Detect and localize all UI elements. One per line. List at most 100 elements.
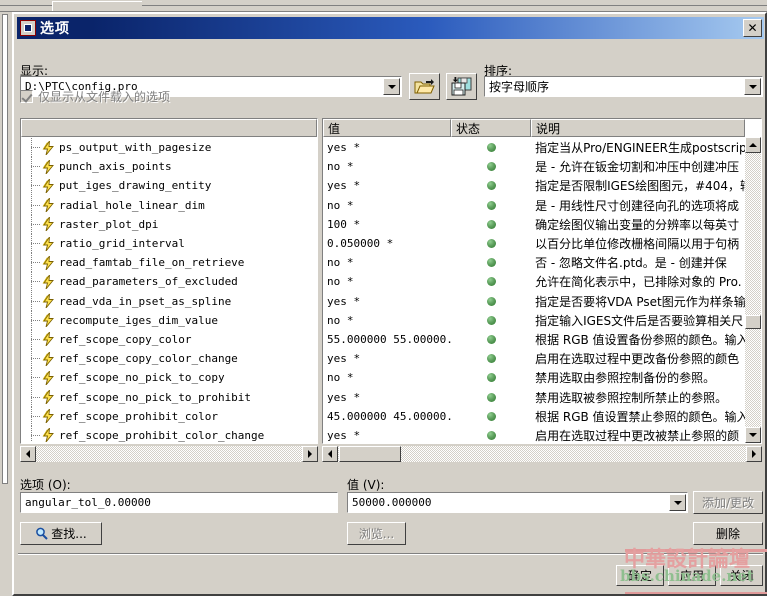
apply-button[interactable]: 应用: [668, 565, 716, 586]
close-button-label: 关闭: [729, 569, 754, 583]
hscroll-right-right-button[interactable]: [746, 446, 762, 462]
column-header-name[interactable]: [21, 119, 317, 137]
table-row[interactable]: 45.000000 45.00000... 根据 RGB 值设置禁止参照的颜色。输…: [323, 407, 745, 426]
checkbox-box[interactable]: [20, 90, 33, 103]
table-row[interactable]: yes * 启用在选取过程中更改被禁止参照的颜: [323, 426, 745, 442]
table-row[interactable]: read_vda_in_pset_as_spline: [22, 291, 317, 311]
option-value: no *: [327, 313, 354, 327]
hscroll-left-left-button[interactable]: [20, 446, 36, 462]
add-change-button[interactable]: 添加/更改: [693, 491, 763, 514]
column-header-status[interactable]: 状态: [451, 119, 531, 137]
ok-button[interactable]: 确定: [616, 565, 664, 586]
option-description: 禁用选取由参照控制备份的参照。: [535, 371, 716, 386]
table-row[interactable]: no * 允许在简化表示中，已排除对象的 Pro.: [323, 272, 745, 291]
option-bolt-icon: [42, 409, 55, 424]
find-label: 查找...: [51, 527, 87, 541]
option-name: punch_axis_points: [59, 160, 172, 174]
vscroll-up-button[interactable]: [745, 137, 761, 153]
option-status: [453, 430, 531, 440]
table-row[interactable]: read_parameters_of_excluded: [22, 272, 317, 292]
options-dialog: 选项 ✕ 显示: D:\PTC\config.pro 排序: 按字母顺序 仅显示…: [12, 12, 767, 596]
vscroll-track[interactable]: [745, 153, 761, 427]
option-status: [453, 373, 531, 383]
table-row[interactable]: no * 是 - 用线性尺寸创建径向孔的选项将成: [323, 196, 745, 215]
tree-line: [28, 195, 42, 215]
option-input[interactable]: angular_tol_0.00000: [20, 492, 338, 513]
table-row[interactable]: ref_scope_no_pick_to_copy: [22, 368, 317, 388]
table-row[interactable]: ref_scope_copy_color_change: [22, 349, 317, 369]
column-header-value[interactable]: 值: [323, 119, 451, 137]
option-bolt-icon: [42, 198, 55, 213]
table-row[interactable]: no * 是 - 允许在钣金切割和冲压中创建冲压: [323, 157, 745, 176]
ok-label: 确定: [627, 569, 652, 583]
table-row[interactable]: yes * 指定当从Pro/ENGINEER生成postscript: [323, 138, 745, 157]
option-description: 是 - 允许在钣金切割和冲压中创建冲压: [535, 160, 740, 175]
options-table: ps_output_with_pagesize punch_axis_points…: [20, 118, 762, 462]
option-description: 指定当从Pro/ENGINEER生成postscript: [535, 141, 745, 156]
table-row[interactable]: no * 禁用选取由参照控制备份的参照。: [323, 368, 745, 387]
close-icon[interactable]: ✕: [743, 19, 762, 37]
option-bolt-icon: [42, 178, 55, 193]
window-title: 选项: [40, 21, 70, 37]
table-row[interactable]: yes * 指定是否要将VDA Pset图元作为样条输: [323, 292, 745, 311]
detail-columns-body: yes * 指定当从Pro/ENGINEER生成postscript no * 是 -…: [323, 138, 745, 442]
table-row[interactable]: 0.050000 * 以百分比单位修改栅格间隔以用于句柄: [323, 234, 745, 253]
table-vertical-scrollbar[interactable]: [745, 137, 761, 443]
table-row[interactable]: radial_hole_linear_dim: [22, 195, 317, 215]
option-value: no *: [327, 371, 354, 385]
hscroll-right-left-button[interactable]: [322, 446, 338, 462]
table-row[interactable]: put_iges_drawing_entity: [22, 176, 317, 196]
chevron-down-icon[interactable]: [744, 78, 761, 95]
table-row[interactable]: ref_scope_no_pick_to_prohibit: [22, 387, 317, 407]
table-row[interactable]: no * 指定输入IGES文件后是否要验算相关尺: [323, 311, 745, 330]
table-row[interactable]: recompute_iges_dim_value: [22, 310, 317, 330]
close-button[interactable]: 关闭: [720, 565, 763, 586]
vscroll-thumb[interactable]: [745, 315, 761, 329]
name-horizontal-scrollbar[interactable]: [20, 446, 318, 462]
vscroll-down-button[interactable]: [745, 427, 761, 443]
open-file-button[interactable]: [409, 73, 440, 100]
table-row[interactable]: 100 * 确定绘图仪输出变量的分辨率以每英寸: [323, 215, 745, 234]
table-row[interactable]: yes * 启用在选取过程中更改备份参照的颜色: [323, 349, 745, 368]
hscroll-left-track[interactable]: [36, 446, 302, 462]
hscroll-left-right-button[interactable]: [302, 446, 318, 462]
find-button[interactable]: 查找...: [20, 522, 102, 545]
show-loaded-only-checkbox[interactable]: 仅显示从文件载入的选项: [20, 88, 170, 105]
save-file-button[interactable]: [446, 73, 477, 100]
table-row[interactable]: punch_axis_points: [22, 157, 317, 177]
option-bolt-icon: [42, 390, 55, 405]
status-ok-icon: [487, 200, 497, 210]
hscroll-right-thumb[interactable]: [339, 446, 401, 462]
background-window-bottom: [0, 500, 12, 596]
detail-horizontal-scrollbar[interactable]: [322, 446, 762, 462]
table-row[interactable]: ref_scope_prohibit_color: [22, 406, 317, 426]
chevron-down-icon[interactable]: [383, 78, 400, 95]
magnifier-icon: [36, 527, 48, 540]
table-row[interactable]: yes * 指定是否限制IGES绘图图元，#404，输: [323, 176, 745, 195]
option-status: [453, 334, 531, 344]
option-value: yes *: [327, 294, 361, 308]
value-combo[interactable]: 50000.000000: [347, 492, 688, 513]
delete-button[interactable]: 删除: [693, 522, 763, 545]
option-description: 允许在简化表示中，已排除对象的 Pro.: [535, 275, 742, 290]
table-row[interactable]: ref_scope_prohibit_color_change: [22, 425, 317, 442]
column-header-description[interactable]: 说明: [531, 119, 745, 137]
option-status: [453, 219, 531, 229]
table-row[interactable]: raster_plot_dpi: [22, 214, 317, 234]
table-row[interactable]: no * 否 - 忽略文件名.ptd。是 - 创建并保: [323, 253, 745, 272]
chevron-down-icon[interactable]: [669, 494, 686, 511]
table-row[interactable]: ref_scope_copy_color: [22, 329, 317, 349]
title-bar[interactable]: 选项 ✕: [17, 17, 764, 39]
table-row[interactable]: ps_output_with_pagesize: [22, 138, 317, 158]
option-input-value[interactable]: angular_tol_0.00000: [21, 496, 337, 509]
table-row[interactable]: 55.000000 55.00000... 根据 RGB 值设置备份参照的颜色。输…: [323, 330, 745, 349]
table-row[interactable]: yes * 禁用选取被参照控制所禁止的参照。: [323, 387, 745, 406]
options-window-icon: [20, 20, 36, 36]
sort-combo[interactable]: 按字母顺序: [484, 76, 763, 97]
browse-button[interactable]: 浏览...: [347, 522, 406, 545]
value-combo-value[interactable]: 50000.000000: [348, 496, 669, 509]
option-status: [453, 411, 531, 421]
table-row[interactable]: ratio_grid_interval: [22, 234, 317, 254]
table-row[interactable]: read_famtab_file_on_retrieve: [22, 253, 317, 273]
tree-line: [28, 387, 42, 407]
